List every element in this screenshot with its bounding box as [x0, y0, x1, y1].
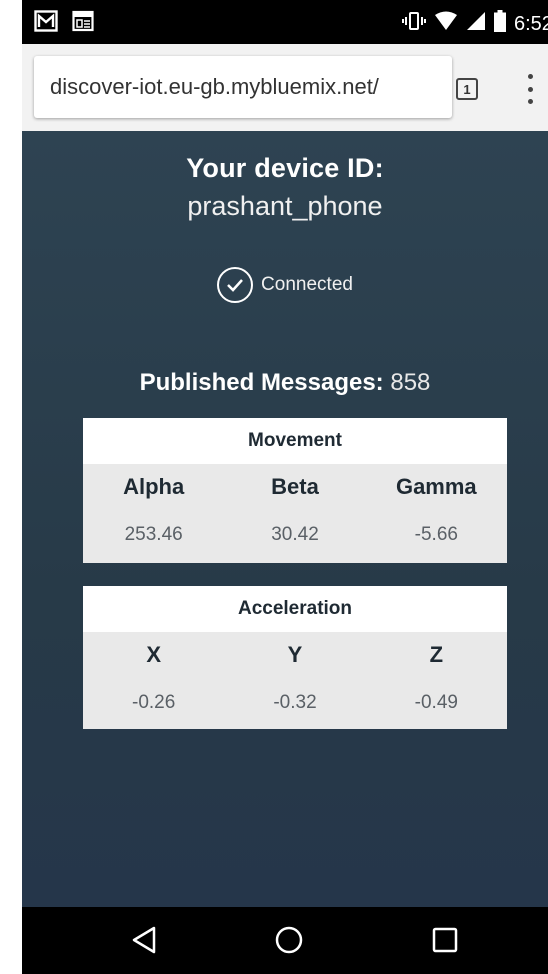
- published-messages: Published Messages: 858: [22, 369, 548, 397]
- acceleration-card: Acceleration X Y Z -0.26 -0.32 -0.49: [83, 586, 507, 729]
- recents-icon[interactable]: [431, 925, 459, 960]
- acceleration-col-y: Y: [287, 642, 303, 667]
- movement-title: Movement: [83, 418, 507, 464]
- movement-col-alpha: Alpha: [123, 474, 185, 499]
- navigation-bar: [22, 907, 548, 974]
- movement-card: Movement Alpha Beta Gamma 253.46 30.42 -…: [83, 418, 507, 563]
- vibrate-icon: [402, 10, 426, 37]
- acceleration-value-y: -0.32: [273, 692, 317, 713]
- gmail-icon: [34, 10, 58, 37]
- acceleration-value-z: -0.49: [414, 692, 458, 713]
- movement-column-headers: Alpha Beta Gamma: [83, 464, 507, 510]
- wifi-icon: [434, 11, 458, 36]
- page-content: Your device ID: prashant_phone Connected…: [22, 131, 548, 907]
- browser-toolbar: discover-iot.eu-gb.mybluemix.net/ 1: [22, 44, 548, 131]
- clock: 6:52: [514, 12, 548, 35]
- battery-icon: [494, 10, 506, 37]
- movement-col-beta: Beta: [271, 474, 319, 499]
- news-icon: [72, 10, 94, 37]
- more-vert-icon[interactable]: [524, 74, 536, 104]
- acceleration-values: -0.26 -0.32 -0.49: [83, 678, 507, 728]
- signal-icon: [466, 11, 486, 36]
- published-messages-label: Published Messages:: [139, 369, 384, 396]
- url-text[interactable]: discover-iot.eu-gb.mybluemix.net/: [50, 56, 379, 118]
- connection-status-text: Connected: [261, 274, 353, 295]
- url-bar[interactable]: discover-iot.eu-gb.mybluemix.net/: [34, 56, 452, 118]
- check-circle-icon: [217, 267, 254, 303]
- published-messages-count: 858: [390, 369, 431, 396]
- device-id-value: prashant_phone: [187, 191, 383, 221]
- notification-icons: [34, 10, 94, 37]
- acceleration-col-x: X: [146, 642, 161, 667]
- status-bar: 6:52: [22, 0, 548, 44]
- movement-value-gamma: -5.66: [414, 524, 458, 545]
- back-icon[interactable]: [130, 925, 158, 960]
- movement-values: 253.46 30.42 -5.66: [83, 510, 507, 560]
- connection-status: Connected: [22, 267, 548, 303]
- acceleration-value-x: -0.26: [132, 692, 176, 713]
- home-icon[interactable]: [274, 925, 304, 960]
- tab-switcher-button[interactable]: 1: [456, 78, 478, 100]
- movement-value-beta: 30.42: [271, 524, 319, 545]
- movement-value-alpha: 253.46: [124, 524, 183, 545]
- device-id-heading: Your device ID:: [186, 153, 384, 183]
- movement-col-gamma: Gamma: [395, 474, 477, 499]
- acceleration-title: Acceleration: [83, 586, 507, 632]
- acceleration-col-z: Z: [429, 642, 444, 667]
- system-status-icons: 6:52: [402, 10, 548, 37]
- acceleration-column-headers: X Y Z: [83, 632, 507, 678]
